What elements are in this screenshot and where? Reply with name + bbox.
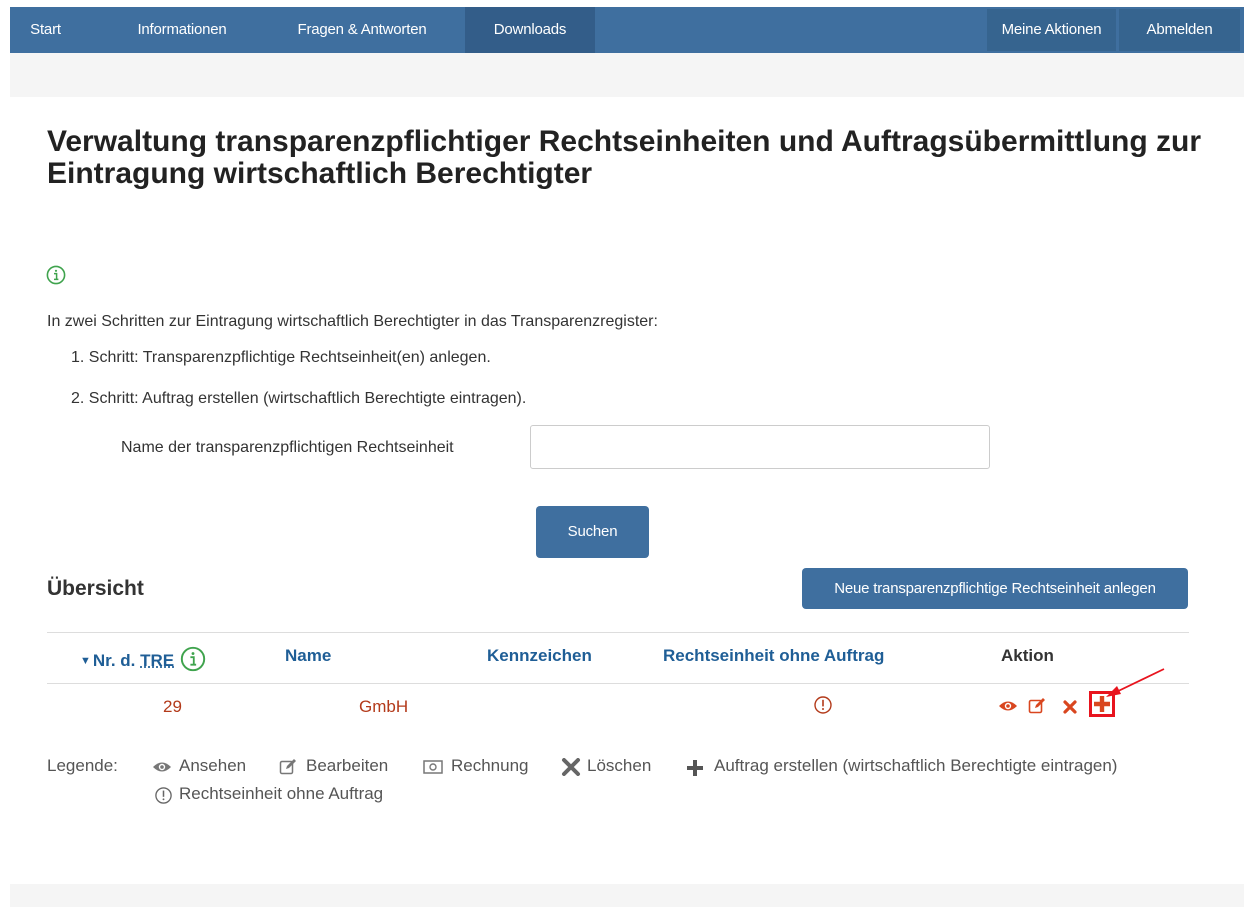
invoice-icon: [423, 760, 443, 774]
info-circle-icon[interactable]: [180, 646, 206, 672]
intro-text: In zwei Schritten zur Eintragung wirtsch…: [47, 313, 658, 330]
search-input[interactable]: [530, 425, 990, 469]
search-button[interactable]: Suchen: [536, 506, 649, 558]
overview-title: Übersicht: [47, 577, 144, 600]
nav-abmelden[interactable]: Abmelden: [1119, 9, 1240, 51]
subheader-bar: [10, 53, 1244, 97]
column-header-aktion: Aktion: [1001, 646, 1054, 665]
legend-ohne-auftrag: Rechtseinheit ohne Auftrag: [179, 784, 384, 803]
column-header-kennzeichen[interactable]: Kennzeichen: [487, 646, 592, 666]
legend-loeschen: Löschen: [587, 756, 652, 775]
cell-nr: 29: [163, 697, 182, 716]
column-header-nr[interactable]: ▼ Nr. d. TRE: [80, 646, 206, 672]
plus-icon: [687, 760, 703, 776]
top-navbar: Start Informationen Fragen & Antworten D…: [10, 7, 1244, 53]
nav-meine-aktionen[interactable]: Meine Aktionen: [987, 9, 1116, 51]
nav-informationen[interactable]: Informationen: [112, 7, 252, 53]
table-divider: [47, 683, 1189, 684]
column-header-name[interactable]: Name: [285, 646, 331, 666]
step-2-text: 2. Schritt: Auftrag erstellen (wirtschaf…: [71, 390, 527, 407]
column-header-nr-prefix: Nr. d.: [92, 651, 136, 670]
sort-caret-icon: ▼: [80, 655, 91, 667]
edit-icon: [279, 759, 296, 775]
step-1-text: 1. Schritt: Transparenzpflichtige Rechts…: [71, 349, 491, 366]
new-entity-button[interactable]: Neue transparenzpflichtige Rechtseinheit…: [802, 568, 1188, 609]
x-icon: [562, 758, 580, 776]
eye-icon: [153, 762, 171, 772]
exclamation-circle-icon: [155, 787, 172, 804]
search-label: Name der transparenzpflichtigen Rechtsei…: [121, 439, 454, 456]
legend-auftrag: Auftrag erstellen (wirtschaftlich Berech…: [714, 756, 1118, 775]
column-header-nr-abbr: TRE: [140, 651, 175, 670]
legend-bearbeiten: Bearbeiten: [306, 756, 389, 775]
footer-bar: [10, 884, 1244, 907]
column-header-ohne-auftrag[interactable]: Rechtseinheit ohne Auftrag: [663, 646, 884, 666]
nav-downloads[interactable]: Downloads: [465, 7, 595, 53]
info-circle-icon[interactable]: [46, 265, 66, 285]
legend-label: Legende:: [47, 756, 118, 775]
eye-icon[interactable]: [998, 699, 1018, 713]
page-title: Verwaltung transparenzpflichtiger Rechts…: [47, 125, 1202, 190]
nav-fragen-antworten[interactable]: Fragen & Antworten: [272, 7, 452, 53]
table-divider: [47, 632, 1189, 633]
edit-icon[interactable]: [1028, 697, 1046, 715]
cell-name: GmbH: [359, 697, 409, 716]
exclamation-circle-icon: [814, 696, 832, 714]
annotation-arrow-icon: [1106, 668, 1165, 697]
nav-start[interactable]: Start: [10, 7, 81, 53]
x-icon[interactable]: [1063, 700, 1077, 714]
legend-rechnung: Rechnung: [451, 756, 529, 775]
legend-ansehen: Ansehen: [179, 756, 247, 775]
